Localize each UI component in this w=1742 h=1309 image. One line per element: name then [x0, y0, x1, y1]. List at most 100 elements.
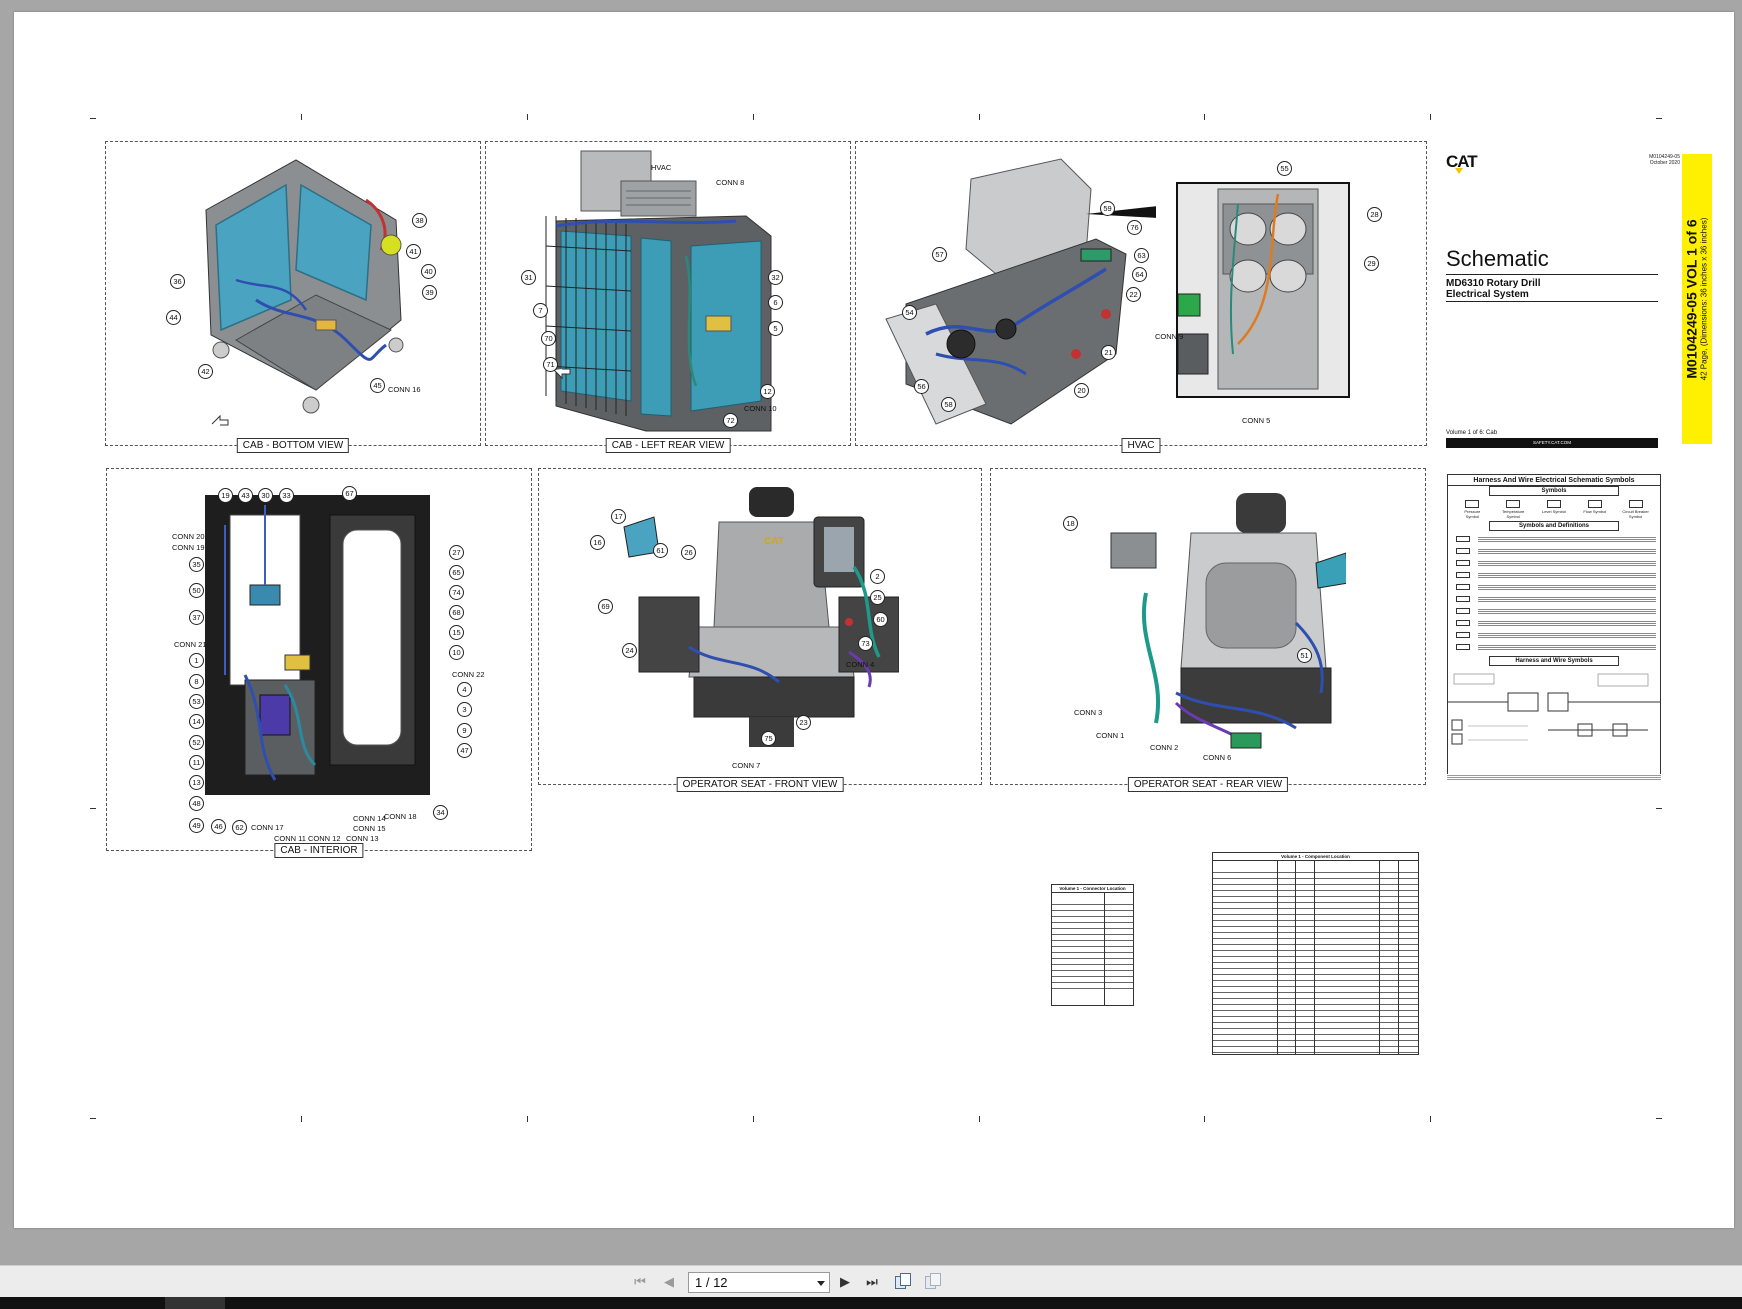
previous-page-icon: ◀ — [664, 1274, 674, 1289]
cat-logo: CAT — [1446, 152, 1478, 174]
callout: 43 — [238, 488, 253, 503]
connector-label: CONN 9 — [1155, 332, 1184, 341]
switch-symbol-icon — [1452, 606, 1478, 616]
callout: 3 — [457, 702, 472, 717]
callout: 55 — [1277, 161, 1292, 176]
callout: 26 — [681, 545, 696, 560]
callout: 53 — [189, 694, 204, 709]
pressure-symbol-label: Pressure Symbol — [1464, 509, 1481, 519]
callout: 16 — [590, 535, 605, 550]
connector-table-rows — [1052, 899, 1133, 991]
callout: 35 — [189, 557, 204, 572]
title-block: CAT M0104249-05 October 2020 Schematic M… — [1446, 140, 1712, 448]
callout: 46 — [211, 819, 226, 834]
panel-label: HVAC — [1121, 438, 1161, 453]
callout: 21 — [1101, 345, 1116, 360]
viewer-toolbar: ⏮ ◀ 1 / 12 ▶ ⏭ — [0, 1265, 1742, 1297]
connector-label: CONN 20 — [172, 532, 205, 541]
connector-label: CONN 15 — [353, 824, 386, 833]
callout: 28 — [1367, 207, 1382, 222]
connector-label: CONN 21 — [174, 640, 207, 649]
connector-symbol-icon — [1452, 546, 1478, 556]
symbols-legend: Harness And Wire Electrical Schematic Sy… — [1447, 474, 1661, 777]
callout: 37 — [189, 610, 204, 625]
callout: 24 — [622, 643, 637, 658]
connector-label: CONN 5 — [1242, 416, 1271, 425]
callout: 11 — [189, 755, 204, 770]
connector-label: CONN 8 — [716, 178, 745, 187]
callout: 45 — [370, 378, 385, 393]
document-page: 38 41 40 39 36 44 42 45 CONN 16 CAB - BO… — [14, 12, 1734, 1228]
panel-cab-left-rear-view: HVAC CONN 8 CONN 10 31 7 70 71 32 6 5 12… — [485, 141, 851, 453]
component-table-title: Volume 1 - Component Location — [1213, 853, 1418, 861]
direction-arrow-icon — [211, 414, 229, 426]
callout: 32 — [768, 270, 783, 285]
legend-section-definitions: Symbols and Definitions — [1489, 521, 1619, 531]
legend-footnote — [1447, 774, 1661, 780]
first-page-button[interactable]: ⏮ — [631, 1273, 649, 1291]
callout: 18 — [1063, 516, 1078, 531]
callout: 12 — [760, 384, 775, 399]
callout: 60 — [873, 612, 888, 627]
connector-symbol-icon — [1452, 558, 1478, 568]
page-icon — [900, 1273, 911, 1286]
callout: 29 — [1364, 256, 1379, 271]
component-location-table: Volume 1 - Component Location — [1212, 852, 1419, 1055]
document-number-small: M0104249-05 October 2020 — [1649, 154, 1680, 166]
solenoid-symbol-icon — [1452, 618, 1478, 628]
callout: 59 — [1100, 201, 1115, 216]
callout: 10 — [449, 645, 464, 660]
switch-symbol-icon — [1452, 594, 1478, 604]
panel-operator-seat-front-view: CAT 17 16 61 26 69 24 2 25 60 73 CONN 4 … — [538, 468, 982, 792]
callout: 1 — [189, 653, 204, 668]
next-page-button[interactable]: ▶ — [836, 1273, 854, 1291]
callout: 54 — [902, 305, 917, 320]
callout: 23 — [796, 715, 811, 730]
flow-symbol-label: Flow Symbol — [1583, 509, 1607, 514]
subtitle-line-2: Electrical System — [1446, 289, 1529, 300]
website-bar: SAFETY.CAT.COM — [1446, 438, 1658, 448]
callout: 25 — [870, 590, 885, 605]
callout: 30 — [258, 488, 273, 503]
callout: 49 — [189, 818, 204, 833]
callout: 64 — [1132, 267, 1147, 282]
schematic-title: Schematic — [1446, 246, 1549, 271]
wire-symbol-icon — [1452, 534, 1478, 544]
callout: 7 — [533, 303, 548, 318]
single-page-view-button[interactable] — [893, 1273, 913, 1291]
volume-label: Volume 1 of 6: Cab — [1446, 430, 1498, 436]
panel-label: CAB - LEFT REAR VIEW — [605, 438, 731, 453]
two-page-view-button[interactable] — [923, 1273, 943, 1291]
callout: 76 — [1127, 220, 1142, 235]
callout: 63 — [1134, 248, 1149, 263]
callout: 8 — [189, 674, 204, 689]
next-page-icon: ▶ — [840, 1274, 850, 1289]
flow-symbol: Flow Symbol — [1580, 500, 1610, 519]
panel-hvac: 55 28 29 59 76 63 64 22 57 54 56 58 21 2… — [855, 141, 1427, 453]
callout: 75 — [761, 731, 776, 746]
callout: 67 — [342, 486, 357, 501]
callout: 34 — [433, 805, 448, 820]
last-page-button[interactable]: ⏭ — [863, 1273, 881, 1291]
previous-page-button[interactable]: ◀ — [660, 1273, 678, 1291]
callout: 39 — [422, 285, 437, 300]
pressure-icon — [1465, 500, 1480, 508]
legend-title: Harness And Wire Electrical Schematic Sy… — [1448, 475, 1660, 486]
connector-label: CONN 1 — [1096, 731, 1125, 740]
level-symbol-label: Level Symbol — [1541, 509, 1566, 514]
callout: 74 — [449, 585, 464, 600]
callout: 61 — [653, 543, 668, 558]
taskbar-tab[interactable] — [165, 1297, 225, 1309]
subtitle-line-1: MD6310 Rotary Drill — [1446, 278, 1541, 289]
callout: 73 — [858, 636, 873, 651]
legend-section-symbols: Symbols — [1489, 486, 1619, 496]
temperature-symbol-label: Temperature Symbol — [1501, 509, 1525, 519]
callout: 72 — [723, 413, 738, 428]
callout: 2 — [870, 569, 885, 584]
connector-label: CONN 2 — [1150, 743, 1179, 752]
panel-label: OPERATOR SEAT - REAR VIEW — [1127, 777, 1289, 792]
callout: 62 — [232, 820, 247, 835]
pdf-viewer: 38 41 40 39 36 44 42 45 CONN 16 CAB - BO… — [0, 0, 1742, 1309]
page-number-select[interactable]: 1 / 12 — [688, 1272, 830, 1293]
page-icon — [930, 1273, 941, 1286]
